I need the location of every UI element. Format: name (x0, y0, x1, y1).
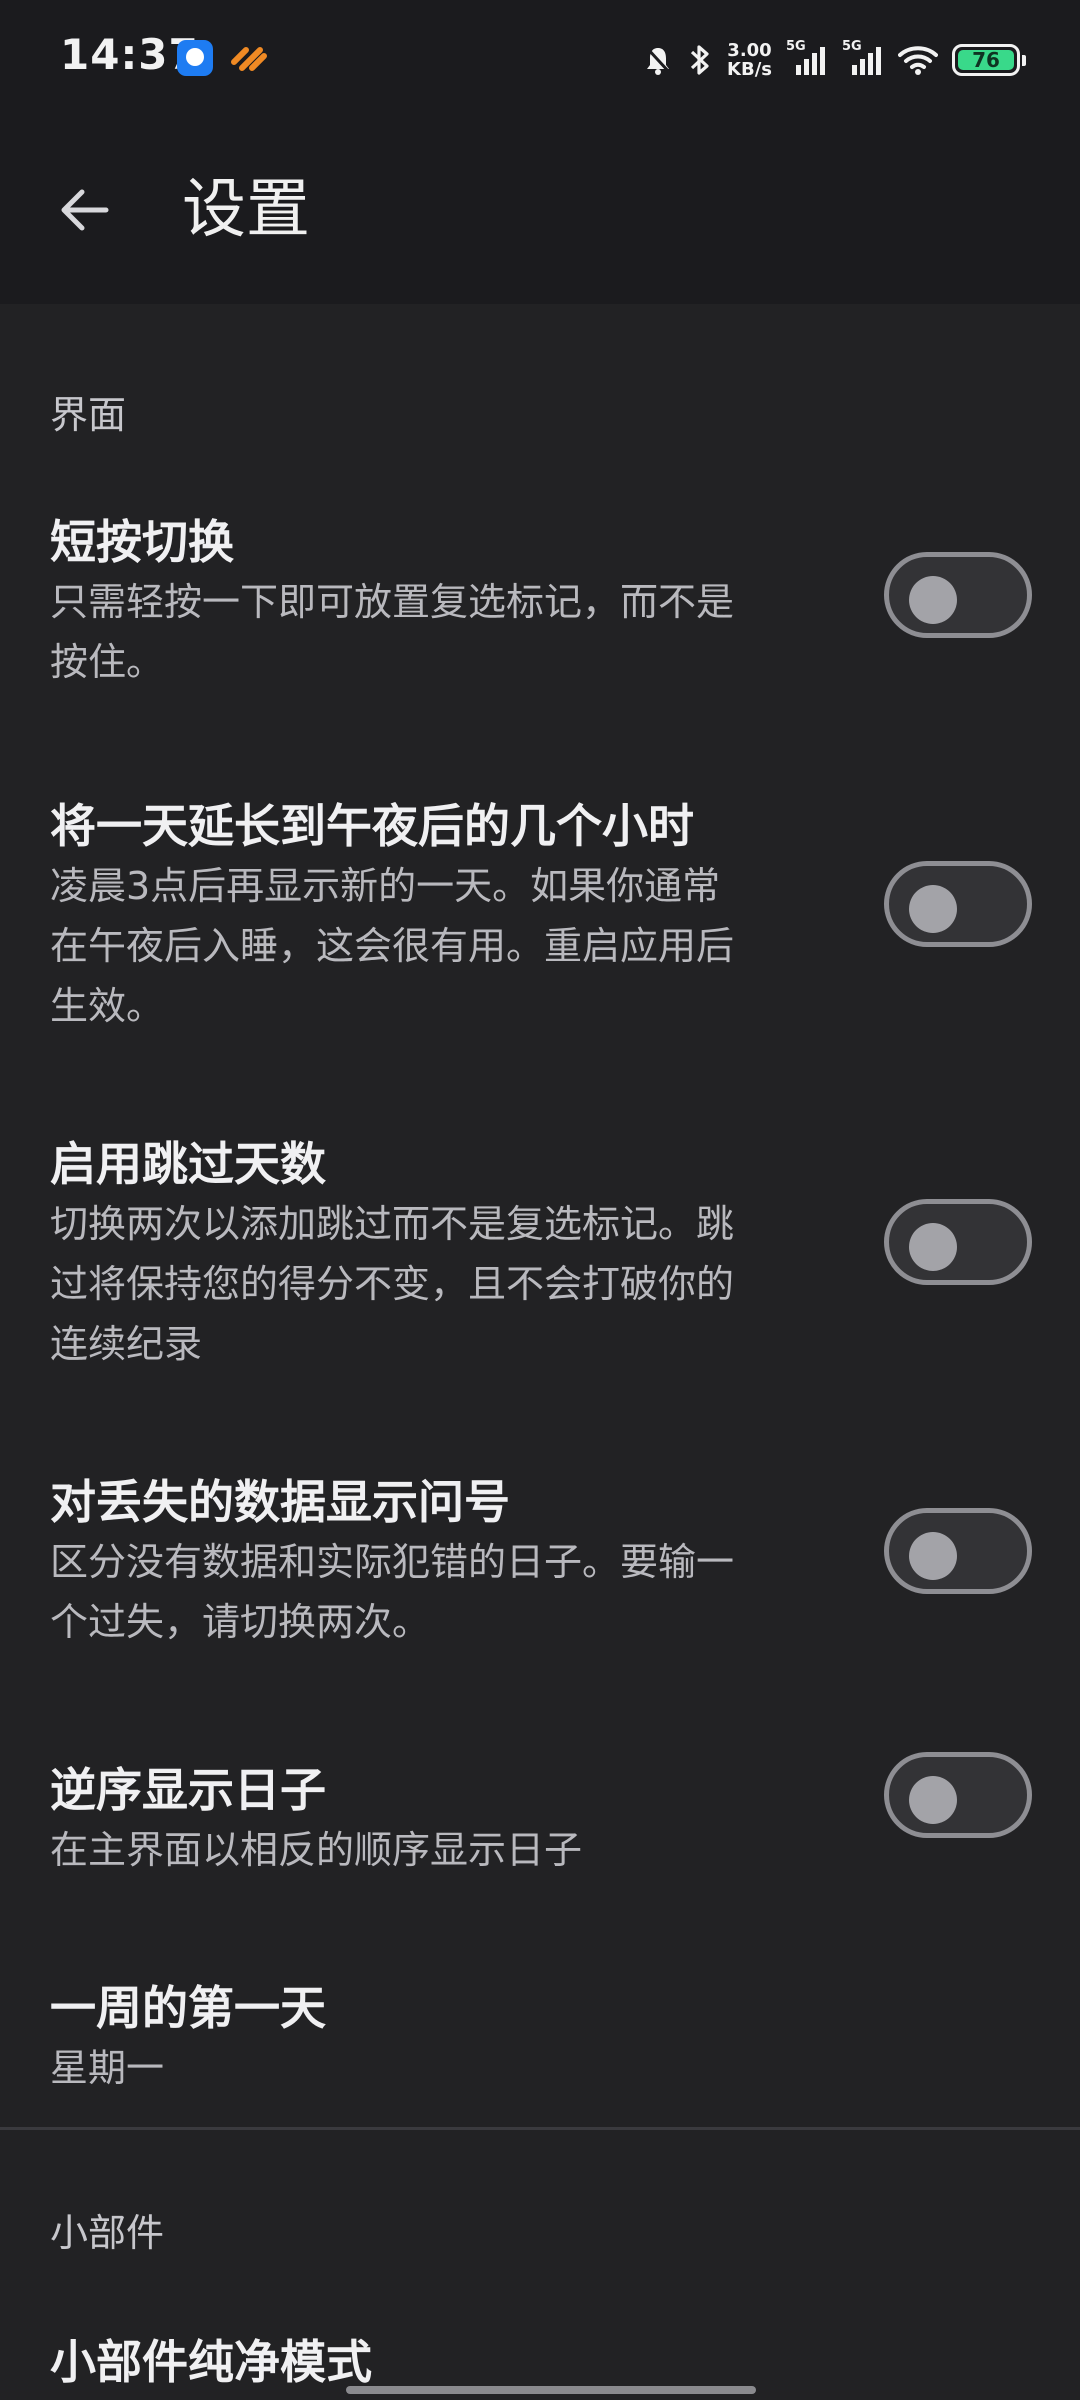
short-press-switch[interactable] (884, 552, 1032, 638)
setting-value: 星期一 (50, 2046, 165, 2090)
net-speed-value: 3.00 (727, 40, 772, 61)
reverse-days-switch[interactable] (884, 1752, 1032, 1838)
cellular-signal-2: 5G (842, 39, 884, 77)
switch-knob (909, 576, 957, 624)
setting-description-line: 区分没有数据和实际犯错的日子。要输一 (50, 1540, 735, 1584)
settings-list: 界面 短按切换 只需轻按一下即可放置复选标记，而不是 按住。 将一天延长到午夜后… (0, 304, 1080, 2400)
app-blue-icon (177, 40, 213, 76)
setting-text: 小部件纯净模式 (50, 2332, 820, 2392)
setting-enable-skip-days[interactable]: 启用跳过天数 切换两次以添加跳过而不是复选标记。跳 过将保持您的得分不变，且不会… (0, 1126, 1080, 1396)
setting-text: 对丢失的数据显示问号 区分没有数据和实际犯错的日子。要输一 个过失，请切换两次。 (50, 1472, 820, 1652)
setting-description-line: 切换两次以添加跳过而不是复选标记。跳 (50, 1202, 735, 1246)
switch-knob (909, 1776, 957, 1824)
status-bar: 14:37 3.00 KB/s 5G 5G 76 (0, 0, 1080, 120)
signal-icon (796, 47, 825, 75)
settings-screen: 14:37 3.00 KB/s 5G 5G 76 设置 界面 短按切换 只需轻按… (0, 0, 1080, 2400)
setting-first-day-of-week[interactable]: 一周的第一天 星期一 (0, 1970, 1080, 2110)
battery-level: 76 (958, 50, 1014, 70)
cellular-signal-1: 5G (786, 39, 828, 77)
setting-description-line: 个过失，请切换两次。 (50, 1600, 431, 1644)
setting-description-line: 凌晨3点后再显示新的一天。如果你通常 (50, 864, 721, 908)
setting-title: 小部件纯净模式 (50, 2335, 372, 2389)
app-bar: 设置 (0, 120, 1080, 304)
section-header-widgets: 小部件 (50, 2211, 165, 2255)
switch-knob (909, 1223, 957, 1271)
setting-title: 对丢失的数据显示问号 (50, 1475, 510, 1529)
setting-title: 将一天延长到午夜后的几个小时 (50, 799, 694, 853)
setting-title: 逆序显示日子 (50, 1763, 326, 1817)
wifi-icon (898, 46, 938, 75)
signal-icon (852, 47, 881, 75)
alarm-off-icon (645, 46, 671, 75)
setting-description-line: 生效。 (50, 984, 165, 1028)
status-icons: 3.00 KB/s 5G 5G 76 (643, 32, 1026, 88)
arrow-left-icon (61, 189, 109, 231)
page-title: 设置 (182, 173, 310, 247)
setting-description-line: 只需轻按一下即可放置复选标记，而不是 (50, 580, 735, 624)
back-button[interactable] (44, 170, 124, 250)
skip-days-switch[interactable] (884, 1199, 1032, 1285)
net-speed-unit: KB/s (727, 59, 772, 80)
setting-extend-day[interactable]: 将一天延长到午夜后的几个小时 凌晨3点后再显示新的一天。如果你通常 在午夜后入睡… (0, 788, 1080, 1058)
setting-text: 一周的第一天 星期一 (50, 1978, 820, 2098)
top-bar: 14:37 3.00 KB/s 5G 5G 76 设置 (0, 0, 1080, 304)
bluetooth-icon (690, 45, 709, 75)
setting-text: 将一天延长到午夜后的几个小时 凌晨3点后再显示新的一天。如果你通常 在午夜后入睡… (50, 796, 820, 1036)
setting-text: 启用跳过天数 切换两次以添加跳过而不是复选标记。跳 过将保持您的得分不变，且不会… (50, 1134, 820, 1374)
section-header-interface: 界面 (50, 393, 127, 437)
setting-description-line: 过将保持您的得分不变，且不会打破你的 (50, 1262, 735, 1306)
switch-knob (909, 1532, 957, 1580)
switch-knob (909, 885, 957, 933)
setting-description-line: 按住。 (50, 640, 165, 684)
setting-title: 短按切换 (50, 515, 234, 569)
gesture-navigation-bar[interactable] (346, 2386, 756, 2394)
setting-text: 逆序显示日子 在主界面以相反的顺序显示日子 (50, 1760, 820, 1880)
setting-title: 一周的第一天 (50, 1981, 326, 2035)
setting-description-line: 在午夜后入睡，这会很有用。重启应用后 (50, 924, 735, 968)
app-orange-icon (231, 47, 267, 71)
net-speed: 3.00 KB/s (727, 41, 772, 79)
setting-reverse-days[interactable]: 逆序显示日子 在主界面以相反的顺序显示日子 (0, 1752, 1080, 1902)
setting-question-mark-missing-data[interactable]: 对丢失的数据显示问号 区分没有数据和实际犯错的日子。要输一 个过失，请切换两次。 (0, 1464, 1080, 1674)
setting-title: 启用跳过天数 (50, 1137, 326, 1191)
setting-short-press-toggle[interactable]: 短按切换 只需轻按一下即可放置复选标记，而不是 按住。 (0, 504, 1080, 714)
battery-icon: 76 (952, 44, 1026, 76)
extend-day-switch[interactable] (884, 861, 1032, 947)
question-mark-switch[interactable] (884, 1508, 1032, 1594)
setting-text: 短按切换 只需轻按一下即可放置复选标记，而不是 按住。 (50, 512, 820, 692)
section-divider (0, 2127, 1080, 2130)
setting-description-line: 连续纪录 (50, 1322, 203, 1366)
setting-description-line: 在主界面以相反的顺序显示日子 (50, 1828, 583, 1872)
